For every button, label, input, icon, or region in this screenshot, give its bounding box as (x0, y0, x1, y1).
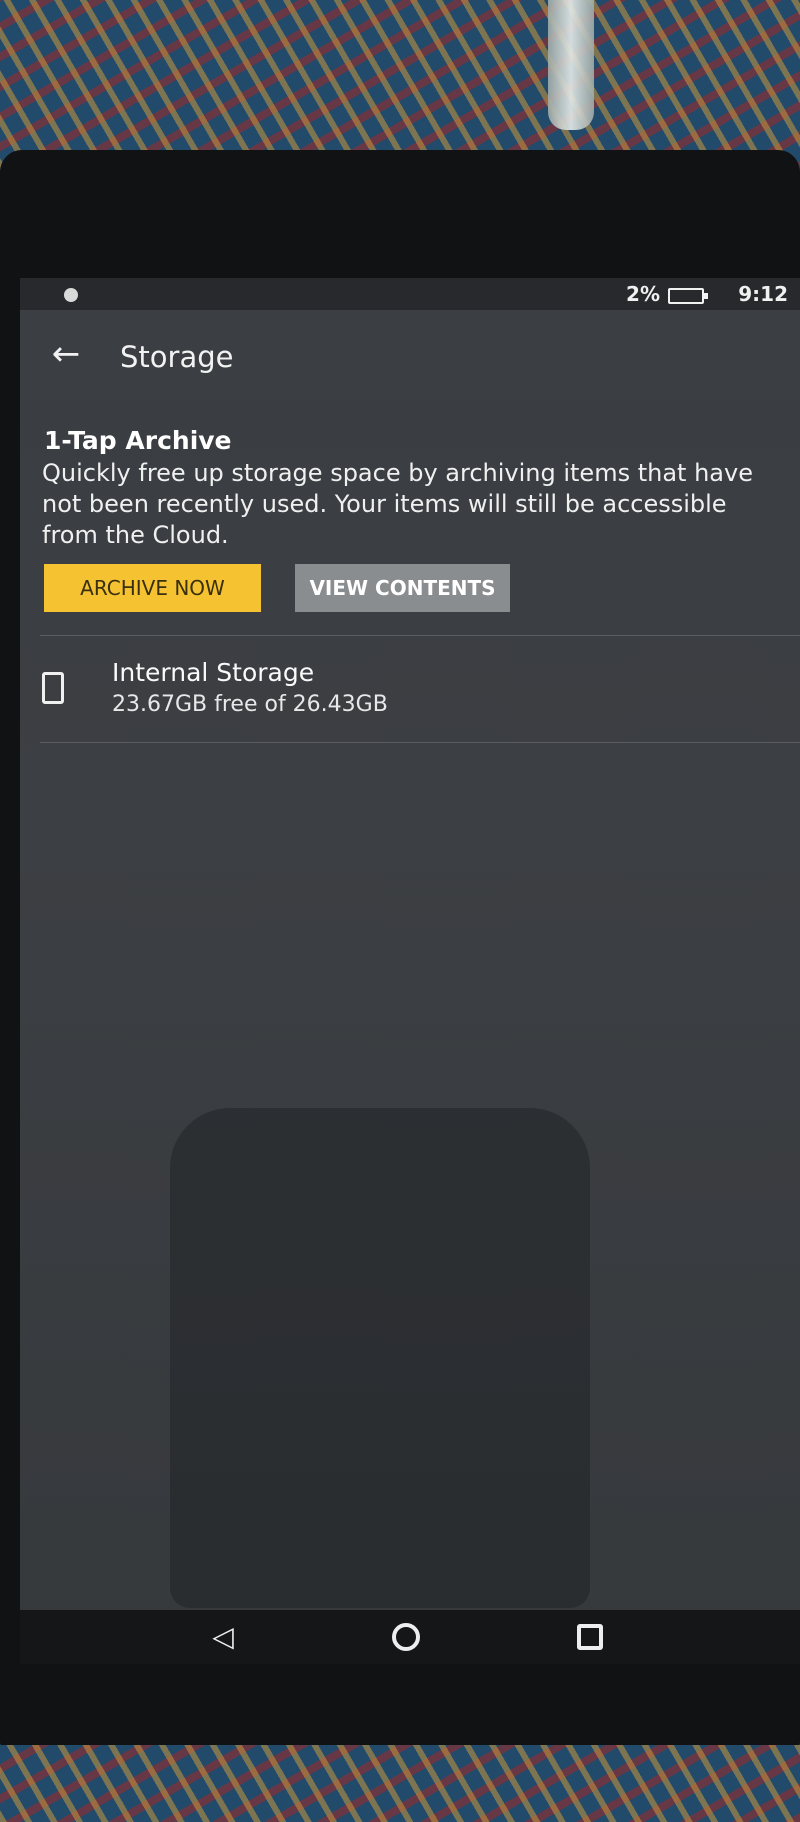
screen: 2% 9:12 ← Storage 1-Tap Archive Quickly … (20, 278, 800, 1664)
back-arrow-icon[interactable]: ← (46, 334, 86, 374)
view-contents-button[interactable]: VIEW CONTENTS (295, 564, 510, 612)
archive-description: Quickly free up storage space by archivi… (42, 459, 753, 549)
storage-name: Internal Storage (112, 658, 315, 687)
archive-now-button[interactable]: ARCHIVE NOW (44, 564, 261, 612)
battery-percent: 2% (626, 282, 660, 306)
divider (40, 742, 800, 743)
nav-home-icon[interactable] (392, 1623, 420, 1651)
background-rug-bottom (0, 1745, 800, 1822)
storage-detail: 23.67GB free of 26.43GB (112, 692, 388, 717)
clock: 9:12 (738, 282, 788, 306)
notification-icon (64, 288, 78, 302)
page-title: Storage (120, 340, 234, 374)
archive-title: 1-Tap Archive (44, 426, 232, 455)
background-rug-top (0, 0, 800, 170)
internal-storage-row[interactable]: Internal Storage 23.67GB free of 26.43GB (20, 636, 800, 742)
screen-reflection (170, 1108, 590, 1608)
nav-recents-icon[interactable] (577, 1624, 603, 1650)
charging-cable (548, 0, 594, 130)
battery-icon (668, 288, 708, 304)
navigation-bar: ◁ (20, 1610, 800, 1664)
nav-back-icon[interactable]: ◁ (208, 1620, 238, 1654)
app-bar: ← Storage (20, 310, 800, 400)
device-icon (42, 672, 64, 704)
tablet-device: 2% 9:12 ← Storage 1-Tap Archive Quickly … (0, 150, 800, 1750)
status-bar: 2% 9:12 (20, 278, 800, 310)
